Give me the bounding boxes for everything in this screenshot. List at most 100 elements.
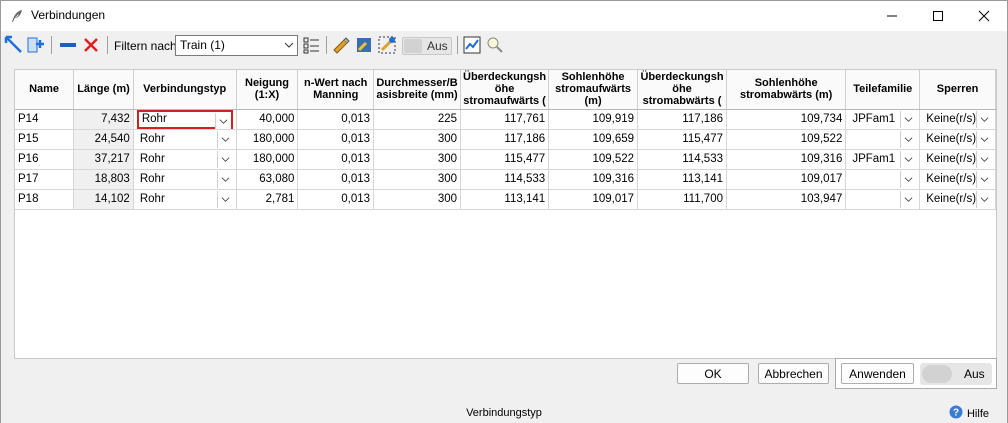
familie-dropdown[interactable]	[849, 190, 917, 209]
sohle_auf-cell[interactable]: 109,316	[548, 169, 639, 190]
column-header[interactable]: Durchmesser/B asisbreite (mm)	[373, 70, 461, 110]
column-header[interactable]: Überdeckungsh öhe stromabwärts (	[637, 70, 727, 110]
neigung-cell[interactable]: 180,000	[236, 149, 299, 170]
ueb_ab-cell[interactable]: 114,533	[637, 149, 727, 170]
column-header[interactable]: n-Wert nach Manning	[297, 70, 375, 110]
nwert-cell[interactable]: 0,013	[297, 129, 375, 150]
neigung-cell[interactable]: 2,781	[236, 189, 299, 210]
ueb_ab-cell[interactable]: 111,700	[637, 189, 727, 210]
neigung-cell[interactable]: 63,080	[236, 169, 299, 190]
ueb_auf-cell[interactable]: 114,533	[460, 169, 550, 190]
delete-icon[interactable]	[81, 35, 101, 55]
nwert-cell[interactable]: 0,013	[297, 169, 375, 190]
table-row[interactable]: P17 18,803 Rohr 63,080 0,013 300 114,533 109,31…	[15, 169, 996, 190]
sperren-dropdown[interactable]: Keine(r/s)	[923, 170, 992, 189]
column-header[interactable]: Sohlenhöhe stromabwärts (m)	[726, 70, 847, 110]
apply-button[interactable]: Anwenden	[841, 363, 914, 384]
column-header[interactable]: Länge (m)	[73, 70, 134, 110]
chevron-down-icon[interactable]	[900, 150, 917, 168]
ueb_ab-cell[interactable]: 115,477	[637, 129, 727, 150]
typ-cell[interactable]: Rohr	[133, 109, 237, 130]
chevron-down-icon[interactable]	[214, 112, 231, 128]
sperren-dropdown[interactable]: Keine(r/s)	[923, 190, 992, 209]
ueb_auf-cell[interactable]: 115,477	[460, 149, 550, 170]
sohle_ab-cell[interactable]: 109,522	[726, 129, 847, 150]
typ-cell[interactable]: Rohr	[133, 129, 237, 150]
familie-dropdown[interactable]: JPFam1	[849, 150, 917, 169]
toolbar-toggle[interactable]: Aus	[402, 37, 452, 55]
properties-icon[interactable]	[354, 35, 374, 55]
durchmesser-cell[interactable]: 300	[373, 169, 461, 190]
sperren-dropdown[interactable]: Keine(r/s)	[923, 130, 992, 149]
chevron-down-icon[interactable]	[976, 110, 992, 128]
typ-dropdown[interactable]: Rohr	[137, 170, 233, 189]
name-cell[interactable]: P17	[15, 169, 75, 190]
chevron-down-icon[interactable]	[900, 190, 917, 208]
typ-dropdown[interactable]: Rohr	[137, 190, 233, 209]
durchmesser-cell[interactable]: 300	[373, 189, 461, 210]
column-header[interactable]: Teilefamilie	[845, 70, 921, 110]
chevron-down-icon[interactable]	[900, 110, 917, 128]
column-header[interactable]: Name	[15, 70, 75, 110]
chevron-down-icon[interactable]	[976, 190, 992, 208]
filter-checklist-icon[interactable]	[302, 35, 322, 55]
chart-icon[interactable]	[462, 35, 482, 55]
maximize-button[interactable]	[915, 1, 961, 31]
neigung-cell[interactable]: 180,000	[236, 129, 299, 150]
sperren-cell[interactable]: Keine(r/s)	[919, 189, 996, 210]
typ-dropdown[interactable]: Rohr	[136, 109, 233, 128]
chevron-down-icon[interactable]	[216, 170, 233, 188]
sperren-cell[interactable]: Keine(r/s)	[919, 129, 996, 150]
typ-cell[interactable]: Rohr	[133, 149, 237, 170]
chevron-down-icon[interactable]	[976, 170, 992, 188]
familie-cell[interactable]	[845, 189, 921, 210]
ueb_auf-cell[interactable]: 117,186	[460, 129, 550, 150]
neigung-cell[interactable]: 40,000	[236, 109, 299, 130]
cancel-button[interactable]: Abbrechen	[758, 363, 829, 384]
durchmesser-cell[interactable]: 300	[373, 149, 461, 170]
chevron-down-icon[interactable]	[976, 130, 992, 148]
sohle_ab-cell[interactable]: 103,947	[726, 189, 847, 210]
chevron-down-icon[interactable]	[216, 130, 233, 148]
sohle_auf-cell[interactable]: 109,919	[548, 109, 639, 130]
sperren-cell[interactable]: Keine(r/s)	[919, 169, 996, 190]
durchmesser-cell[interactable]: 225	[373, 109, 461, 130]
familie-cell[interactable]	[845, 129, 921, 150]
typ-dropdown[interactable]: Rohr	[137, 150, 233, 169]
filter-select[interactable]: Train (1)	[175, 35, 298, 56]
select-connection-icon[interactable]	[4, 35, 24, 55]
table-row[interactable]: P18 14,102 Rohr 2,781 0,013 300 113,141 109,017…	[15, 189, 996, 210]
sohle_auf-cell[interactable]: 109,522	[548, 149, 639, 170]
typ-dropdown[interactable]: Rohr	[137, 130, 233, 149]
column-header[interactable]: Neigung (1:X)	[236, 70, 299, 110]
table-row[interactable]: P14 7,432 Rohr 40,000 0,013 225 117,761 109,919…	[15, 109, 996, 130]
chevron-down-icon[interactable]	[216, 190, 233, 208]
chevron-down-icon[interactable]	[900, 130, 917, 148]
chevron-down-icon[interactable]	[216, 150, 233, 168]
zoom-icon[interactable]	[377, 35, 397, 55]
nwert-cell[interactable]: 0,013	[297, 149, 375, 170]
chevron-down-icon[interactable]	[900, 170, 917, 188]
table-row[interactable]: P16 37,217 Rohr 180,000 0,013 300 115,477 109,5…	[15, 149, 996, 170]
ueb_auf-cell[interactable]: 117,761	[460, 109, 550, 130]
name-cell[interactable]: P16	[15, 149, 75, 170]
durchmesser-cell[interactable]: 300	[373, 129, 461, 150]
name-cell[interactable]: P18	[15, 189, 75, 210]
familie-cell[interactable]: JPFam1	[845, 109, 921, 130]
column-header[interactable]: Sperren	[919, 70, 996, 110]
familie-dropdown[interactable]	[849, 170, 917, 189]
table-row[interactable]: P15 24,540 Rohr 180,000 0,013 300 117,186 109,6…	[15, 129, 996, 150]
familie-dropdown[interactable]: JPFam1	[849, 110, 917, 129]
familie-dropdown[interactable]	[849, 130, 917, 149]
column-header[interactable]: Überdeckungsh öhe stromaufwärts (	[460, 70, 550, 110]
ok-button[interactable]: OK	[677, 363, 749, 384]
name-cell[interactable]: P14	[15, 109, 75, 130]
sperren-dropdown[interactable]: Keine(r/s)	[923, 150, 992, 169]
sperren-dropdown[interactable]: Keine(r/s)	[923, 110, 992, 129]
typ-cell[interactable]: Rohr	[133, 169, 237, 190]
familie-cell[interactable]	[845, 169, 921, 190]
ueb_ab-cell[interactable]: 113,141	[637, 169, 727, 190]
familie-cell[interactable]: JPFam1	[845, 149, 921, 170]
typ-cell[interactable]: Rohr	[133, 189, 237, 210]
ueb_ab-cell[interactable]: 117,186	[637, 109, 727, 130]
